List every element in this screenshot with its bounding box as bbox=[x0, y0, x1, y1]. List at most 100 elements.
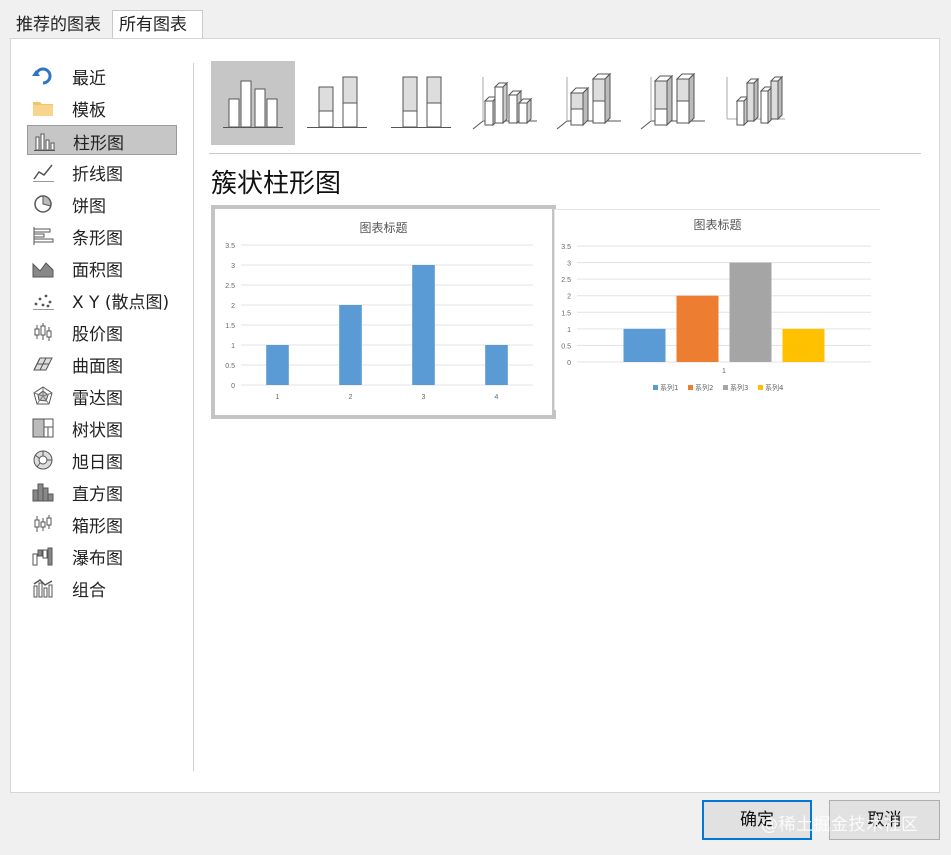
sidebar-item-templates[interactable]: 模板 bbox=[27, 93, 177, 123]
bar-chart-icon bbox=[33, 227, 54, 245]
waterfall-chart-icon bbox=[32, 547, 53, 566]
subtype-3d-column[interactable] bbox=[715, 61, 799, 145]
stacked-column-icon bbox=[307, 76, 367, 128]
area-chart-icon bbox=[32, 262, 54, 278]
subtype-3d-clustered-column[interactable] bbox=[463, 61, 547, 145]
sidebar-item-label: X Y (散点图) bbox=[72, 293, 170, 313]
sidebar-item-label: 柱形图 bbox=[73, 134, 124, 154]
radar-chart-icon bbox=[33, 386, 53, 405]
chart-plot: 0 0.5 1 1.5 2 2.5 3 3.5 1 2 3 4 bbox=[225, 243, 533, 401]
column-chart-icon bbox=[34, 133, 55, 151]
chart-type-title: 簇状柱形图 bbox=[211, 169, 342, 199]
sidebar-item-line[interactable]: 折线图 bbox=[27, 157, 177, 187]
subtype-3d-percent-stacked-column[interactable] bbox=[631, 61, 715, 145]
3d-clustered-column-icon bbox=[472, 77, 537, 130]
line-chart-icon bbox=[33, 164, 54, 182]
subtype-percent-stacked-column[interactable] bbox=[379, 61, 463, 145]
sidebar-item-surface[interactable]: 曲面图 bbox=[27, 349, 177, 379]
y-tick-label: 0 bbox=[231, 383, 235, 390]
tab-recommended-charts[interactable]: 推荐的图表 bbox=[10, 12, 114, 38]
sidebar-item-label: 树状图 bbox=[72, 421, 123, 441]
sidebar-item-label: 直方图 bbox=[72, 485, 123, 505]
subtype-3d-stacked-column[interactable] bbox=[547, 61, 631, 145]
y-tick-label: 2.5 bbox=[225, 283, 235, 290]
legend-swatch bbox=[758, 385, 763, 390]
sidebar-item-histogram[interactable]: 直方图 bbox=[27, 477, 177, 507]
y-tick-label: 0.5 bbox=[561, 343, 571, 350]
3d-percent-stacked-column-icon bbox=[640, 72, 705, 130]
bar bbox=[485, 345, 508, 385]
legend-label: 系列2 bbox=[695, 383, 713, 392]
sidebar-item-bar[interactable]: 条形图 bbox=[27, 221, 177, 251]
sidebar-divider bbox=[193, 63, 194, 771]
y-tick-label: 1 bbox=[231, 343, 235, 350]
sidebar-item-label: 雷达图 bbox=[72, 389, 123, 409]
chart-preview-2[interactable]: 图表标题 0 0.5 1 1.5 2 2.5 3 3.5 1 系列1 系列2 系列3 系列4 bbox=[554, 209, 880, 410]
legend-swatch bbox=[653, 385, 658, 390]
stock-chart-icon bbox=[34, 323, 52, 341]
legend-swatch bbox=[688, 385, 693, 390]
legend-label: 系列4 bbox=[765, 383, 784, 392]
bar bbox=[266, 345, 289, 385]
sidebar-item-recent[interactable]: 最近 bbox=[27, 61, 177, 91]
sidebar-item-boxplot[interactable]: 箱形图 bbox=[27, 509, 177, 539]
all-charts-panel: 最近 模板 柱形图 折线图 饼图 条形图 面积图 X Y (散点图) 股价图 曲… bbox=[10, 38, 940, 793]
tab-all-charts[interactable]: 所有图表 bbox=[112, 10, 203, 38]
bar bbox=[676, 295, 719, 362]
sidebar-item-sunburst[interactable]: 旭日图 bbox=[27, 445, 177, 475]
sidebar-item-waterfall[interactable]: 瀑布图 bbox=[27, 541, 177, 571]
subtype-clustered-column[interactable] bbox=[211, 61, 295, 145]
subtype-stacked-column[interactable] bbox=[295, 61, 379, 145]
sidebar-item-label: 瀑布图 bbox=[72, 549, 123, 569]
sidebar-item-label: 旭日图 bbox=[72, 453, 123, 473]
clustered-column-icon bbox=[223, 80, 283, 128]
y-tick-label: 2 bbox=[231, 303, 235, 310]
legend-label: 系列1 bbox=[660, 383, 678, 392]
y-tick-label: 3.5 bbox=[561, 244, 571, 251]
treemap-chart-icon bbox=[32, 418, 54, 438]
y-tick-label: 1 bbox=[567, 327, 571, 334]
sidebar-item-stock[interactable]: 股价图 bbox=[27, 317, 177, 347]
sunburst-chart-icon bbox=[33, 450, 53, 470]
sidebar-item-treemap[interactable]: 树状图 bbox=[27, 413, 177, 443]
y-tick-label: 2 bbox=[567, 294, 571, 301]
chart-preview-1[interactable]: 图表标题 0 0.5 1 1.5 2 2.5 3 3.5 1 2 3 4 bbox=[211, 205, 556, 419]
sidebar-item-pie[interactable]: 饼图 bbox=[27, 189, 177, 219]
sidebar-item-label: 组合 bbox=[72, 581, 106, 601]
y-tick-label: 3 bbox=[231, 263, 235, 270]
legend-swatch bbox=[723, 385, 728, 390]
watermark: @稀土掘金技术社区 bbox=[761, 815, 919, 835]
x-tick-label: 2 bbox=[349, 394, 353, 401]
histogram-chart-icon bbox=[32, 483, 54, 502]
y-tick-label: 2.5 bbox=[561, 277, 571, 284]
3d-column-icon bbox=[726, 75, 785, 127]
sidebar-item-area[interactable]: 面积图 bbox=[27, 253, 177, 283]
legend-label: 系列3 bbox=[730, 383, 748, 392]
bar bbox=[782, 328, 825, 362]
sidebar-item-label: 折线图 bbox=[72, 165, 123, 185]
percent-stacked-column-icon bbox=[391, 76, 451, 128]
bar bbox=[623, 328, 666, 362]
folder-icon bbox=[33, 102, 53, 116]
subtype-divider bbox=[209, 153, 921, 154]
chart-plot: 0 0.5 1 1.5 2 2.5 3 3.5 1 系列1 系列2 系列3 系列4 bbox=[561, 244, 871, 392]
recent-arrow-icon bbox=[32, 67, 52, 85]
sidebar-item-label: 箱形图 bbox=[72, 517, 123, 537]
bar bbox=[729, 262, 772, 362]
combo-chart-icon bbox=[33, 579, 53, 598]
scatter-chart-icon bbox=[33, 294, 54, 310]
bar bbox=[339, 305, 362, 385]
y-tick-label: 1.5 bbox=[225, 323, 235, 330]
sidebar-item-column[interactable]: 柱形图 bbox=[27, 125, 177, 155]
y-tick-label: 3 bbox=[567, 261, 571, 268]
pie-chart-icon bbox=[34, 195, 52, 213]
sidebar-item-label: 饼图 bbox=[72, 197, 106, 217]
x-tick-label: 4 bbox=[495, 394, 499, 401]
3d-stacked-column-icon bbox=[556, 72, 621, 130]
sidebar-item-radar[interactable]: 雷达图 bbox=[27, 381, 177, 411]
x-tick-label: 3 bbox=[422, 394, 426, 401]
x-tick-label: 1 bbox=[722, 368, 726, 375]
sidebar-item-label: 模板 bbox=[72, 101, 106, 121]
sidebar-item-scatter[interactable]: X Y (散点图) bbox=[27, 285, 177, 315]
sidebar-item-combo[interactable]: 组合 bbox=[27, 573, 177, 603]
